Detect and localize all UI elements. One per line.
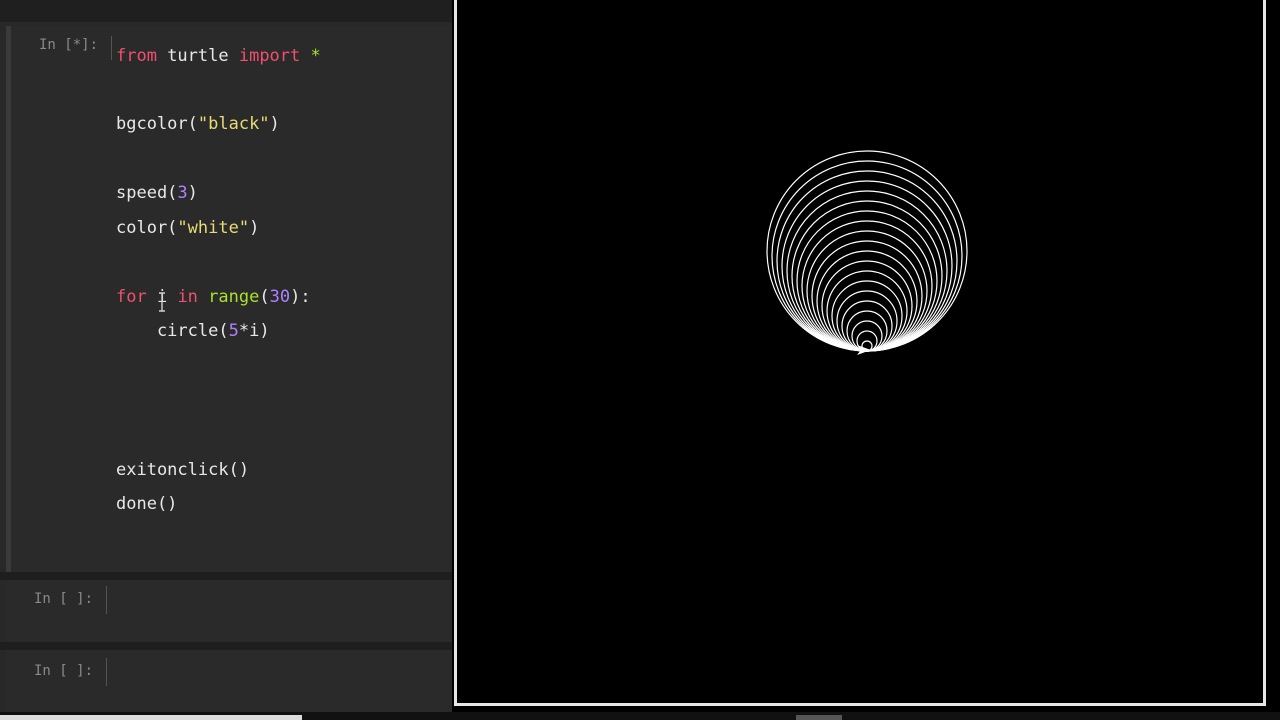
turtle-canvas[interactable] bbox=[457, 0, 1263, 703]
code-token: color( bbox=[116, 218, 178, 238]
notebook-panel: In [*]: from turtle import * bgcolor("bla… bbox=[0, 0, 452, 720]
code-token: 3 bbox=[177, 183, 188, 203]
code-line: for i in range(30): bbox=[116, 287, 311, 307]
turtle-circle bbox=[821, 260, 913, 352]
code-token: in bbox=[177, 287, 198, 307]
cell-prompt: In [*]: bbox=[39, 37, 99, 53]
code-line: speed(3) bbox=[116, 183, 198, 203]
turtle-circle bbox=[841, 300, 893, 352]
cell-prompt: In [ ]: bbox=[34, 663, 94, 679]
code-token: ) bbox=[187, 183, 198, 203]
code-token: 5 bbox=[228, 321, 239, 341]
scroll-indicator-secondary bbox=[796, 715, 842, 720]
cell-prompt: In [ ]: bbox=[34, 591, 94, 607]
notebook-toolbar bbox=[0, 0, 452, 22]
code-token: exitonclick() bbox=[116, 460, 250, 480]
prompt-divider bbox=[106, 586, 107, 614]
code-token: ) bbox=[249, 218, 260, 238]
prompt-divider bbox=[106, 658, 107, 686]
text-cursor-icon bbox=[159, 292, 165, 312]
code-token: ( bbox=[259, 287, 270, 307]
code-token: *i) bbox=[238, 321, 270, 341]
prompt-divider bbox=[111, 36, 112, 60]
cell-separator bbox=[0, 572, 452, 580]
code-token: "black" bbox=[197, 114, 270, 134]
code-line: done() bbox=[116, 494, 177, 514]
cell-separator bbox=[0, 642, 452, 650]
code-token: for bbox=[116, 287, 147, 307]
code-line: from turtle import * bbox=[116, 46, 321, 66]
code-token: speed( bbox=[116, 183, 178, 203]
code-line: bgcolor("black") bbox=[116, 114, 280, 134]
code-token: * bbox=[310, 46, 321, 66]
code-token: "white" bbox=[177, 218, 250, 238]
code-token: import bbox=[238, 46, 301, 66]
code-line: circle(5*i) bbox=[116, 321, 270, 341]
code-cell-3[interactable]: In [ ]: bbox=[6, 650, 452, 720]
taskbar-strip bbox=[0, 712, 1280, 720]
code-line: color("white") bbox=[116, 218, 259, 238]
code-token: turtle bbox=[156, 46, 239, 66]
code-line: exitonclick() bbox=[116, 460, 249, 480]
turtle-circle bbox=[811, 240, 923, 352]
code-token: range bbox=[208, 287, 260, 307]
turtle-circle bbox=[851, 320, 883, 352]
code-token: 30 bbox=[269, 287, 291, 307]
turtle-circle bbox=[791, 200, 943, 352]
scroll-indicator bbox=[0, 715, 302, 720]
code-cell-2[interactable]: In [ ]: bbox=[6, 580, 452, 642]
code-token: ): bbox=[290, 287, 311, 307]
turtle-circle bbox=[781, 180, 953, 352]
code-token: ) bbox=[269, 114, 280, 134]
code-token: done() bbox=[116, 494, 178, 514]
turtle-graphics-window[interactable] bbox=[454, 0, 1266, 706]
code-token: circle( bbox=[116, 321, 229, 341]
code-token: from bbox=[116, 46, 157, 66]
code-token: bgcolor( bbox=[116, 114, 198, 134]
